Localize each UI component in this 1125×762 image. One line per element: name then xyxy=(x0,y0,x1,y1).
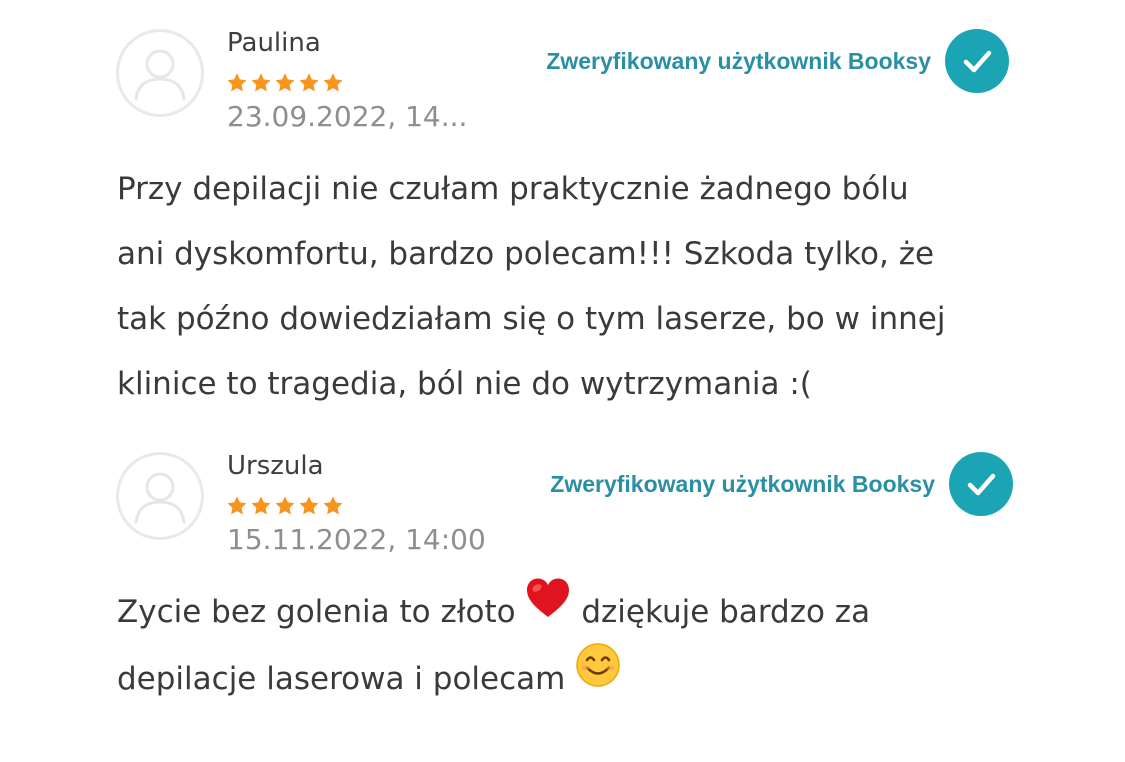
review-text: Przy depilacji nie czułam praktycznie ża… xyxy=(117,171,946,402)
review-card: Urszula 15.11.2022, 14:00 Zweryfikowany … xyxy=(0,423,1125,762)
star-icon xyxy=(251,496,271,515)
review-author-name: Paulina xyxy=(227,28,321,58)
review-text-part: Zycie bez golenia to złoto xyxy=(117,594,526,630)
review-date: 15.11.2022, 14:00 xyxy=(227,523,486,556)
review-author-name: Urszula xyxy=(227,451,324,481)
check-icon xyxy=(945,29,1009,93)
star-icon xyxy=(227,73,247,92)
verified-badge: Zweryfikowany użytkownik Booksy xyxy=(550,452,1013,516)
verified-badge: Zweryfikowany użytkownik Booksy xyxy=(546,29,1009,93)
star-icon xyxy=(299,496,319,515)
star-icon xyxy=(227,496,247,515)
star-icon xyxy=(323,73,343,92)
smiling-face-emoji-icon xyxy=(575,642,621,711)
check-icon xyxy=(949,452,1013,516)
verified-label: Zweryfikowany użytkownik Booksy xyxy=(550,470,935,497)
star-rating xyxy=(226,495,344,517)
review-text: Zycie bez golenia to złoto dziękuje bard… xyxy=(117,577,1037,715)
star-icon xyxy=(275,496,295,515)
star-icon xyxy=(275,73,295,92)
red-heart-emoji-icon xyxy=(525,577,571,642)
review-card: Paulina 23.09.2022, 14... Zweryfikowany … xyxy=(0,0,1125,420)
star-rating xyxy=(226,72,344,94)
user-avatar-icon[interactable] xyxy=(116,452,204,540)
user-avatar-icon[interactable] xyxy=(116,29,204,117)
star-icon xyxy=(323,496,343,515)
star-icon xyxy=(251,73,271,92)
review-date: 23.09.2022, 14... xyxy=(227,100,468,133)
star-icon xyxy=(299,73,319,92)
verified-label: Zweryfikowany użytkownik Booksy xyxy=(546,47,931,74)
